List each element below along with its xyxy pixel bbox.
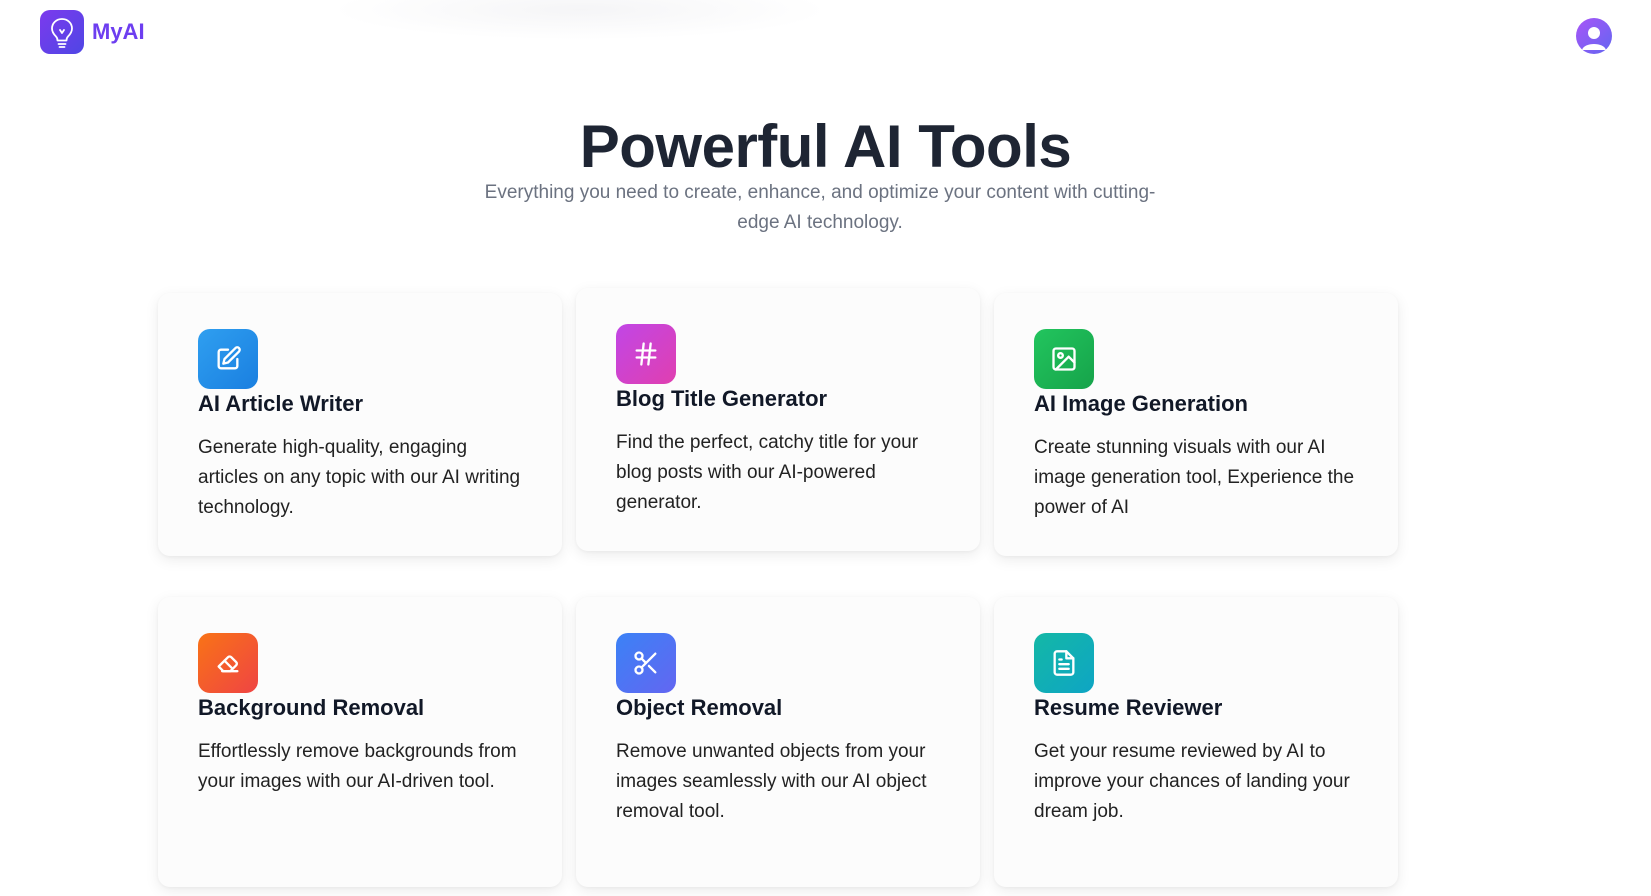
- tool-description: Generate high-quality, engaging articles…: [198, 437, 521, 518]
- tool-title: Background Removal: [198, 695, 425, 720]
- hash-icon: [616, 324, 676, 384]
- tool-title: Object Removal: [616, 695, 783, 720]
- eraser-icon: [198, 633, 258, 693]
- header: MyAI: [0, 0, 1651, 70]
- decorative-blur: [330, 0, 830, 40]
- tool-description: Create stunning visuals with our AI imag…: [1034, 437, 1355, 518]
- tool-card-resume-reviewer[interactable]: Resume Reviewer Get your resume reviewed…: [994, 597, 1398, 887]
- document-icon: [1034, 633, 1094, 693]
- tool-title: AI Article Writer: [198, 391, 364, 416]
- edit-icon: [198, 329, 258, 389]
- user-icon: [1582, 27, 1606, 50]
- scissors-icon: [616, 633, 676, 693]
- page-subtitle: Everything you need to create, enhance, …: [484, 182, 1156, 233]
- tool-card-ai-article-writer[interactable]: AI Article Writer Generate high-quality,…: [158, 293, 562, 556]
- lightbulb-icon: [40, 10, 84, 54]
- page-title: Powerful AI Tools: [579, 113, 1072, 180]
- tool-description: Get your resume reviewed by AI to improv…: [1034, 741, 1350, 822]
- tool-title: Resume Reviewer: [1034, 695, 1223, 720]
- image-icon: [1034, 329, 1094, 389]
- tool-description: Remove unwanted objects from your images…: [616, 741, 927, 822]
- brand-name: MyAI: [92, 19, 145, 44]
- brand-logo[interactable]: MyAI: [40, 10, 145, 54]
- tool-description: Find the perfect, catchy title for your …: [616, 432, 919, 513]
- tool-card-background-removal[interactable]: Background Removal Effortlessly remove b…: [158, 597, 562, 887]
- tool-card-object-removal[interactable]: Object Removal Remove unwanted objects f…: [576, 597, 980, 887]
- tool-card-blog-title-generator[interactable]: Blog Title Generator Find the perfect, c…: [576, 288, 980, 551]
- user-avatar[interactable]: [1576, 18, 1612, 54]
- tool-description: Effortlessly remove backgrounds from you…: [198, 741, 517, 792]
- tool-card-ai-image-generation[interactable]: AI Image Generation Create stunning visu…: [994, 293, 1398, 556]
- tool-title: Blog Title Generator: [616, 386, 828, 411]
- tool-title: AI Image Generation: [1034, 391, 1248, 416]
